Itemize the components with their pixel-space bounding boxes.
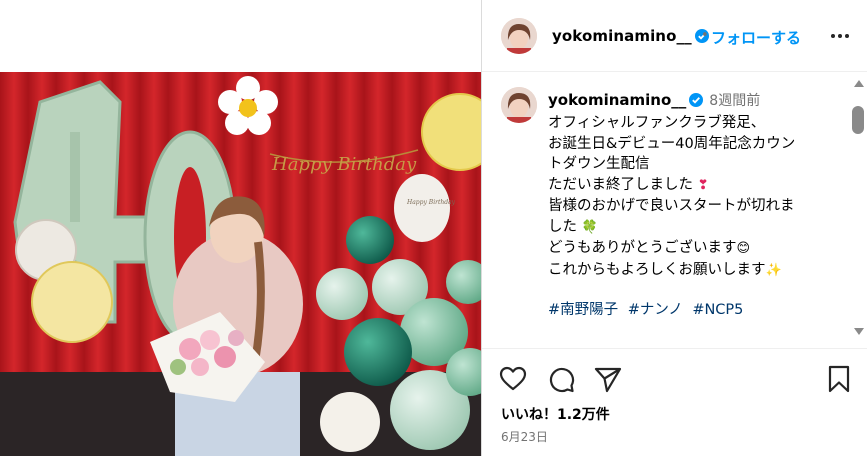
caption-line: オフィシャルファンクラブ発足、 — [548, 115, 766, 131]
caption-line-text: どうもありがとうございます — [548, 240, 737, 256]
banner-text: Happy Birthday — [271, 154, 417, 175]
caption-scrollbar[interactable] — [850, 80, 866, 344]
post-time-ago[interactable]: 8週間前 — [709, 93, 760, 109]
verified-badge-icon — [689, 93, 704, 107]
paper-plane-icon[interactable] — [593, 364, 623, 394]
caption-author-avatar[interactable] — [501, 87, 537, 123]
caption-line-text: これからもよろしくお願いします — [548, 261, 766, 278]
caption-line: お誕生日&デビュー40周年記念カウン — [548, 135, 796, 152]
follow-button[interactable]: フォローする — [711, 27, 801, 48]
post-photo[interactable]: Happy Birthday Happy Birthday — [0, 72, 481, 456]
post-side-panel: yokominamino__ • フォローする yokominamino__ 8週… — [482, 0, 867, 456]
author-username[interactable]: yokominamino__ — [552, 27, 709, 45]
smiling-face-emoji-icon: 😊 — [736, 241, 751, 256]
hashtag-link[interactable]: #南野陽子 — [548, 302, 618, 318]
caption-line: ただいま終了しました ❣ — [548, 175, 848, 197]
more-horizontal-icon[interactable] — [829, 26, 851, 46]
caption-line: した 🍀 — [548, 217, 848, 239]
avatar-image — [501, 87, 537, 123]
header-separator: • — [701, 28, 709, 43]
balloon-text: Happy Birthday — [406, 199, 456, 206]
post-photo-illustration: Happy Birthday Happy Birthday — [0, 72, 481, 456]
author-avatar[interactable] — [501, 18, 537, 54]
four-leaf-clover-emoji-icon: 🍀 — [581, 219, 598, 235]
post-header: yokominamino__ • フォローする — [482, 0, 867, 72]
caption-username[interactable]: yokominamino__ — [548, 91, 686, 109]
media-top-area — [0, 0, 481, 72]
hashtag-link[interactable]: #ナンノ — [628, 302, 683, 318]
caption-header: yokominamino__ 8週間前 — [548, 90, 760, 110]
heart-outline-icon[interactable] — [498, 364, 528, 394]
scroll-down-arrow-icon[interactable] — [854, 328, 864, 335]
comment-bubble-icon[interactable] — [546, 364, 576, 394]
likes-count[interactable]: いいね！1.2万件 — [501, 404, 610, 424]
caption-line: 皆様のおかげで良いスタートが切れま — [548, 198, 795, 214]
caption-line-text: した — [548, 218, 577, 235]
caption-line: トダウン生配信 — [548, 156, 650, 172]
scroll-up-arrow-icon[interactable] — [854, 80, 864, 87]
hashtag-link[interactable]: #NCP5 — [692, 302, 743, 318]
heart-exclamation-emoji-icon: ❣ — [697, 177, 709, 193]
actions-divider — [482, 348, 867, 349]
sparkles-emoji-icon: ✨ — [765, 262, 782, 278]
caption-line: どうもありがとうございます😊 — [548, 238, 848, 260]
hashtag-list: #南野陽子 #ナンノ #NCP5 — [548, 298, 748, 319]
post-date[interactable]: 6月23日 — [501, 428, 548, 445]
scroll-thumb[interactable] — [852, 106, 864, 134]
caption-text: オフィシャルファンクラブ発足、 お誕生日&デビュー40周年記念カウン トダウン生… — [548, 113, 848, 281]
bookmark-outline-icon[interactable] — [824, 364, 854, 394]
author-username-text: yokominamino__ — [552, 27, 692, 45]
avatar-image — [501, 18, 537, 54]
caption-line-text: ただいま終了しました — [548, 176, 693, 193]
caption-area: yokominamino__ 8週間前 オフィシャルファンクラブ発足、 お誕生日&… — [482, 73, 867, 348]
caption-line: これからもよろしくお願いします✨ — [548, 260, 848, 282]
